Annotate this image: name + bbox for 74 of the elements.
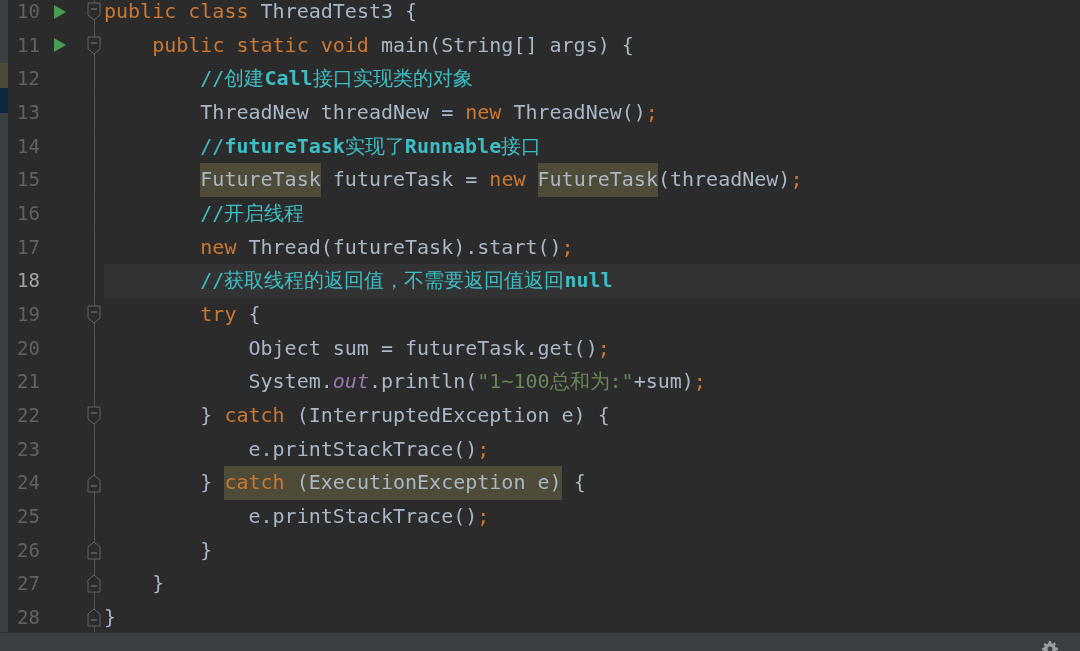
- line-number: 27: [16, 571, 40, 597]
- code-token: ThreadTest3 {: [260, 0, 418, 23]
- code-token: e.printStackTrace(): [248, 436, 478, 461]
- fold-marker-icon[interactable]: [87, 574, 101, 594]
- line-number: 18: [16, 268, 40, 294]
- code-token: ;: [561, 234, 574, 259]
- run-icon[interactable]: [54, 38, 66, 53]
- code-token: new: [465, 99, 503, 124]
- code-comment: //创建Call接口实现类的对象: [200, 66, 473, 91]
- code-token: FutureTask: [537, 163, 658, 197]
- fold-marker-icon[interactable]: [87, 305, 101, 325]
- run-icon[interactable]: [54, 4, 66, 19]
- code-token: .println(: [368, 369, 478, 394]
- code-comment: //获取线程的返回值，不需要返回值返回null: [200, 268, 613, 293]
- code-token: new: [200, 234, 238, 259]
- code-token: ThreadNew(): [513, 99, 646, 124]
- code-token: public static void: [152, 32, 370, 57]
- fold-marker-icon[interactable]: [87, 473, 101, 493]
- line-number: 10: [16, 0, 40, 24]
- code-token: }: [200, 537, 213, 562]
- code-token: public class: [104, 0, 250, 23]
- code-comment: //futureTask实现了Runnable接口: [200, 133, 542, 158]
- code-token: {: [248, 301, 261, 326]
- line-number: 16: [16, 200, 40, 226]
- code-token: }: [152, 571, 165, 596]
- code-token: Thread(futureTask).start(): [248, 234, 562, 259]
- code-token: ;: [790, 167, 803, 192]
- code-token: (threadNew): [657, 167, 791, 192]
- fold-marker-icon[interactable]: [87, 608, 101, 628]
- code-token: ;: [477, 436, 490, 461]
- code-token: "1~100总和为:": [477, 369, 634, 394]
- code-token: {: [573, 470, 586, 495]
- line-number: 23: [16, 436, 40, 462]
- code-token: Object sum = futureTask.get(): [248, 335, 598, 360]
- code-token: FutureTask: [200, 163, 321, 197]
- line-number: 13: [16, 99, 40, 125]
- line-number: 24: [16, 470, 40, 496]
- fold-marker-icon[interactable]: [87, 406, 101, 426]
- line-number: 11: [16, 32, 40, 58]
- code-token: ;: [693, 369, 706, 394]
- code-token: ;: [645, 99, 658, 124]
- code-token: futureTask =: [332, 167, 479, 192]
- code-token: main(String[] args) {: [380, 32, 634, 57]
- line-number: 15: [16, 167, 40, 193]
- code-token: }: [104, 604, 117, 629]
- line-number: 20: [16, 335, 40, 361]
- code-token: catch: [224, 466, 297, 500]
- code-token: catch: [224, 402, 286, 427]
- code-token: }: [200, 470, 214, 495]
- line-number: 22: [16, 402, 40, 428]
- line-number: 12: [16, 66, 40, 92]
- line-number: 26: [16, 537, 40, 563]
- code-token: +sum): [633, 369, 694, 394]
- line-number: 17: [16, 234, 40, 260]
- code-token: e.printStackTrace(): [248, 503, 478, 528]
- fold-marker-icon[interactable]: [87, 540, 101, 560]
- line-number: 28: [16, 604, 40, 630]
- code-token: new: [489, 167, 527, 192]
- code-token: ;: [597, 335, 610, 360]
- code-token: (InterruptedException e) {: [296, 402, 610, 427]
- code-comment: //开启线程: [200, 200, 305, 225]
- code-token: System.: [248, 369, 333, 394]
- code-token: out: [332, 369, 369, 394]
- code-token: }: [200, 402, 214, 427]
- code-token: try: [200, 301, 238, 326]
- code-token: ;: [477, 503, 490, 528]
- code-token: (ExecutionException e): [296, 466, 562, 500]
- line-number: 21: [16, 369, 40, 395]
- fold-marker-icon[interactable]: [87, 2, 101, 22]
- line-number: 25: [16, 503, 40, 529]
- line-number: 19: [16, 301, 40, 327]
- fold-marker-icon[interactable]: [87, 36, 101, 55]
- code-token: ThreadNew threadNew =: [200, 99, 455, 124]
- line-number: 14: [16, 133, 40, 159]
